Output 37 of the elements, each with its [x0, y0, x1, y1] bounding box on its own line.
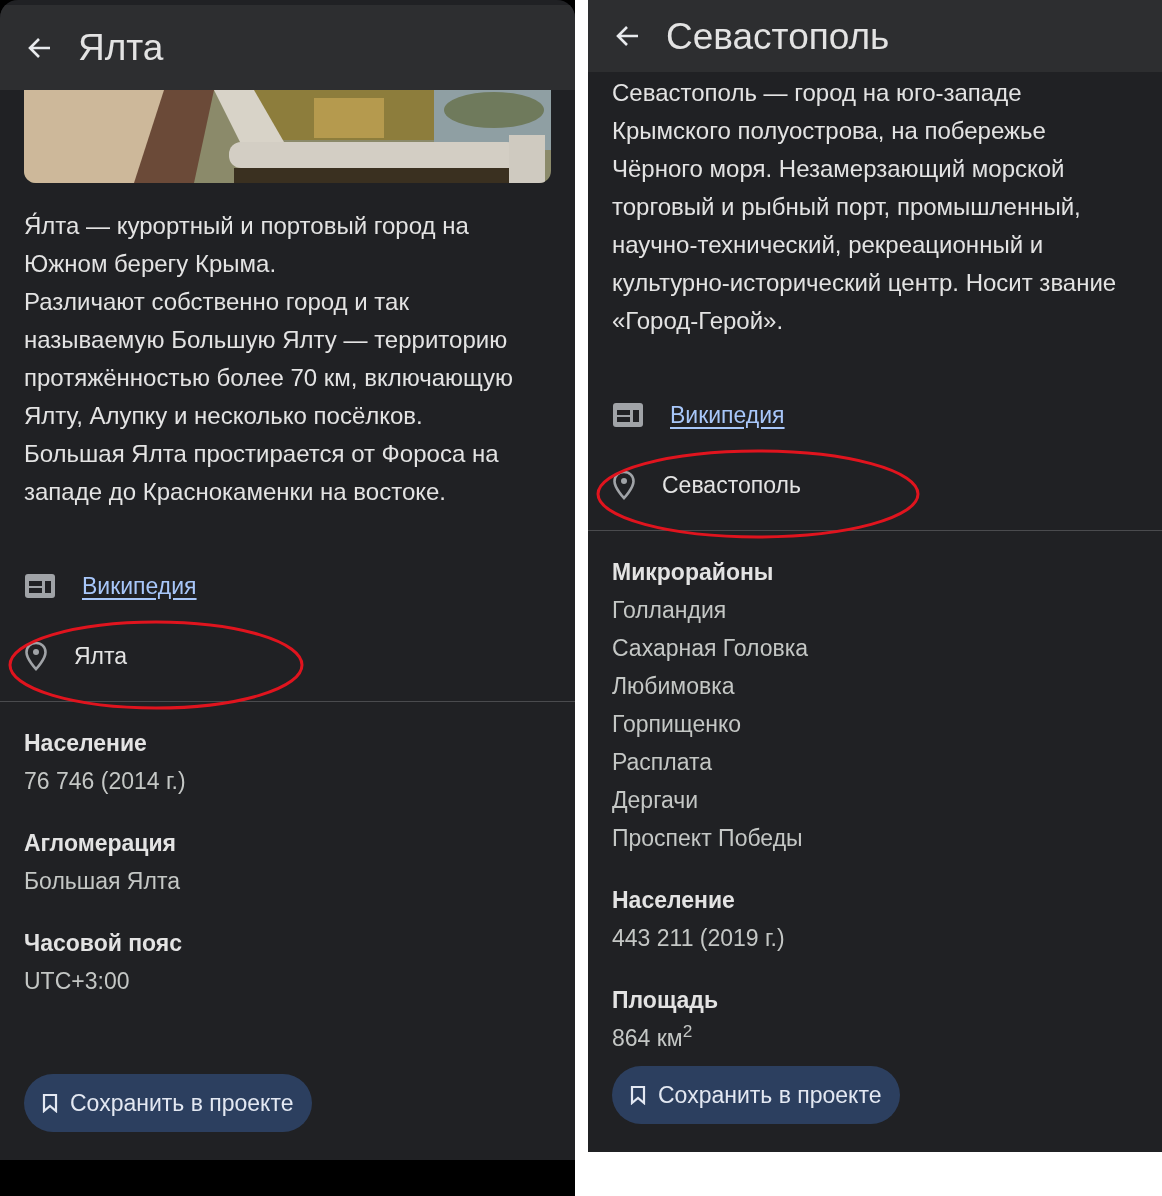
location-pin-icon: [612, 470, 636, 500]
place-name: Ялта: [74, 641, 128, 671]
fact-value: UTC+3:00: [24, 967, 131, 996]
back-icon[interactable]: [614, 24, 640, 48]
save-button[interactable]: Сохранить в проекте: [612, 1066, 900, 1124]
fact-value: Любимовка: [612, 672, 736, 701]
web-page-icon: [612, 402, 644, 428]
fact-value: Проспект Победы: [612, 824, 804, 853]
fact-value: Дергачи: [612, 786, 700, 815]
fact-label: Население: [612, 886, 736, 915]
description-text: Различают собственно город и так называемую Большую Ялту — территорию протяжённостью более 70 км, включающую Ялту, Алупку и несколько посёлков. Большая Ялта простирается от Фороса на западе до Краснокаменки на востоке.: [24, 287, 515, 507]
bookmark-icon: [630, 1085, 646, 1105]
place-name: Севастополь: [662, 470, 801, 500]
fact-value: Сахарная Головка: [612, 634, 810, 663]
back-icon[interactable]: [26, 35, 52, 60]
location-pin-icon: [24, 641, 48, 671]
fact-value: Горпищенко: [612, 710, 743, 739]
page-title: Ялта: [78, 29, 164, 66]
fact-value: 443 211 (2019 г.): [612, 924, 786, 953]
fact-label: Население: [24, 729, 148, 758]
page-title: Севастополь: [666, 17, 890, 55]
fact-label: Площадь: [612, 986, 720, 1015]
wikipedia-link[interactable]: Википедия: [82, 568, 197, 604]
save-button[interactable]: Сохранить в проекте: [24, 1074, 312, 1132]
fact-label: Часовой пояс: [24, 929, 184, 958]
fact-label: Агломерация: [24, 829, 177, 858]
fact-label: Микрорайоны: [612, 558, 775, 587]
fact-value: 76 746 (2014 г.): [24, 767, 187, 796]
fact-value: Большая Ялта: [24, 867, 181, 896]
fact-value: Голландия: [612, 596, 728, 625]
web-page-icon: [24, 573, 56, 599]
fact-value: Расплата: [612, 748, 714, 777]
description-text: Я́лта — курортный и портовый город на Южном берегу Крыма.: [24, 211, 470, 279]
wikipedia-link[interactable]: Википедия: [670, 397, 785, 433]
description-text: Севастополь — город на юго-западе Крымского полуострова, на побережье Чёрного моря. Незамерзающий морской торговый и рыбный порт, промышленный, научно-технический, рекреационный и культурно-исторический центр. Носит звание «Город-Герой».: [612, 78, 1118, 336]
bookmark-icon: [42, 1093, 58, 1113]
fact-value: 864 км$^{2}$: [612, 1020, 694, 1053]
